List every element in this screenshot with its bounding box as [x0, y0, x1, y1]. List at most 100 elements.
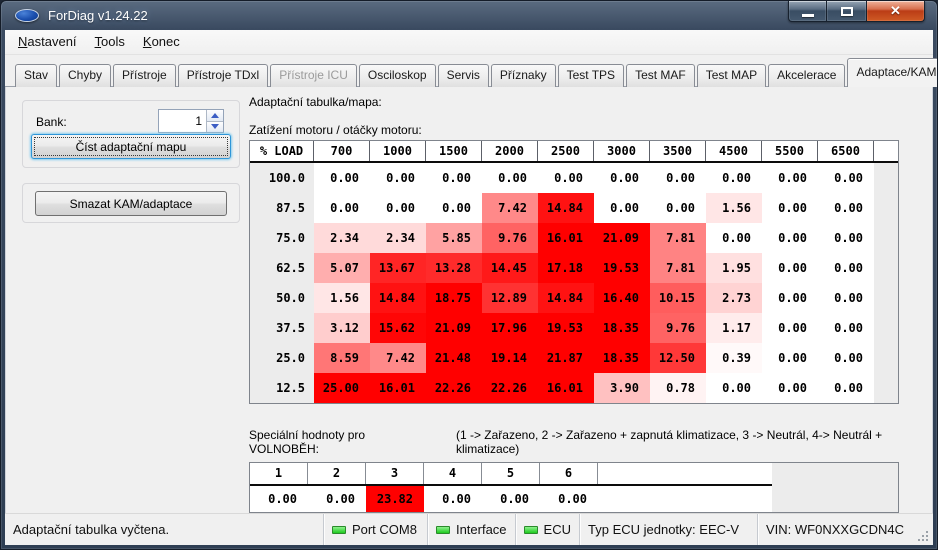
- map-cell: 9.76: [650, 313, 706, 343]
- map-cell: 5.85: [426, 223, 482, 253]
- map-row-filler: [874, 253, 898, 283]
- map-header-filler: [874, 141, 898, 161]
- bank-spinner[interactable]: [158, 109, 224, 133]
- map-cell: 21.48: [426, 343, 482, 373]
- tab-chyby[interactable]: Chyby: [59, 64, 111, 87]
- led-icon-green: [436, 526, 450, 534]
- tab-test-maf[interactable]: Test MAF: [626, 64, 695, 87]
- maximize-button[interactable]: [827, 1, 866, 22]
- map-cell: 0.00: [762, 313, 818, 343]
- idle-cell: 0.00: [424, 486, 482, 512]
- menu-item-tools[interactable]: Tools: [86, 31, 134, 52]
- map-cell: 7.42: [370, 343, 426, 373]
- idle-data-cells: 0.000.0023.820.000.000.00: [250, 486, 772, 512]
- tab-test-tps[interactable]: Test TPS: [558, 64, 624, 87]
- tab-servis[interactable]: Servis: [438, 64, 489, 87]
- map-cell: 13.28: [426, 253, 482, 283]
- tab-osciloskop[interactable]: Osciloskop: [359, 64, 436, 87]
- map-cell: 0.00: [818, 193, 874, 223]
- tab-pristroje-tdxl[interactable]: Přístroje TDxl: [178, 64, 268, 87]
- read-adaptation-map-button[interactable]: Číst adaptační mapu: [31, 134, 231, 159]
- clear-kam-button[interactable]: Smazat KAM/adaptace: [35, 191, 227, 216]
- map-cell: 5.07: [314, 253, 370, 283]
- status-indicator-interface: Interface: [427, 514, 515, 545]
- map-cell: 16.01: [538, 373, 594, 403]
- map-cell: 19.53: [538, 313, 594, 343]
- map-cell: 0.00: [706, 223, 762, 253]
- map-cell: 0.00: [818, 343, 874, 373]
- map-cell: 18.35: [594, 343, 650, 373]
- map-cell: 18.35: [594, 313, 650, 343]
- map-cell: 7.42: [482, 193, 538, 223]
- status-indicator-label: Interface: [456, 522, 507, 537]
- map-column-header: 3000: [594, 141, 650, 161]
- map-cell: 21.87: [538, 343, 594, 373]
- tab-stav[interactable]: Stav: [15, 64, 57, 87]
- map-cell: 22.26: [426, 373, 482, 403]
- map-cell: 2.73: [706, 283, 762, 313]
- close-button[interactable]: ✕: [866, 1, 925, 22]
- map-row-filler: [874, 283, 898, 313]
- tab-priznaky[interactable]: Příznaky: [491, 64, 556, 87]
- spin-up-button[interactable]: [207, 110, 223, 122]
- window-title: ForDiag v1.24.22: [48, 8, 148, 23]
- status-ecu-type: Typ ECU jednotky: EEC-V: [579, 514, 757, 545]
- map-row: 75.02.342.345.859.7616.0121.097.810.000.…: [250, 223, 898, 253]
- tab-akcelerace[interactable]: Akcelerace: [768, 64, 845, 87]
- menu-item-nastaveni[interactable]: Nastavení: [9, 31, 86, 52]
- map-row: 12.525.0016.0122.2622.2616.013.900.780.0…: [250, 373, 898, 403]
- map-cell: 0.78: [650, 373, 706, 403]
- map-cell: 16.01: [538, 223, 594, 253]
- bank-label: Bank:: [36, 115, 67, 129]
- idle-cell: 0.00: [540, 486, 598, 512]
- map-cell: 2.34: [370, 223, 426, 253]
- map-title: Adaptační tabulka/mapa:: [249, 95, 932, 109]
- tab-page-adaptace-kam: Bank: Číst adaptační mapu Smazat KAM/ada…: [5, 87, 933, 513]
- map-column-header: 2000: [482, 141, 538, 161]
- chevron-up-icon: [211, 113, 219, 118]
- tab-adaptace-kam[interactable]: Adaptace/KAM: [847, 58, 938, 87]
- tab-pristroje[interactable]: Přístroje: [113, 64, 176, 87]
- map-row-label: 25.0: [250, 343, 314, 373]
- map-cell: 0.00: [818, 253, 874, 283]
- map-cell: 10.15: [650, 283, 706, 313]
- resize-grip-dots: [918, 539, 920, 541]
- map-cell: 9.76: [482, 223, 538, 253]
- map-cell: 0.00: [650, 193, 706, 223]
- map-cell: 0.00: [818, 313, 874, 343]
- status-indicator-label: Port COM8: [352, 522, 417, 537]
- left-panel: Bank: Číst adaptační mapu Smazat KAM/ada…: [6, 87, 249, 513]
- idle-column-header: 1: [250, 463, 308, 484]
- map-cell: 21.09: [594, 223, 650, 253]
- idle-column-header: 3: [366, 463, 424, 484]
- app-window: ForDiag v1.24.22 ✕ NastaveníToolsKonec S…: [0, 0, 938, 550]
- resize-grip[interactable]: [916, 527, 930, 541]
- tab-test-map[interactable]: Test MAP: [697, 64, 766, 87]
- map-cell: 22.26: [482, 373, 538, 403]
- map-row: 100.00.000.000.000.000.000.000.000.000.0…: [250, 163, 898, 193]
- idle-values-table: 1234560.000.0023.820.000.000.00: [249, 462, 899, 513]
- idle-cell: 0.00: [308, 486, 366, 512]
- spin-down-button[interactable]: [207, 122, 223, 133]
- minimize-button[interactable]: [788, 1, 827, 22]
- map-row: 62.55.0713.6713.2814.4517.1819.537.811.9…: [250, 253, 898, 283]
- map-column-header: 3500: [650, 141, 706, 161]
- map-cell: 0.00: [762, 193, 818, 223]
- map-cell: 0.00: [594, 163, 650, 193]
- idle-column-header: 2: [308, 463, 366, 484]
- map-cell: 1.95: [706, 253, 762, 283]
- map-cell: 1.56: [706, 193, 762, 223]
- bank-input[interactable]: [159, 110, 206, 132]
- map-row-label: 37.5: [250, 313, 314, 343]
- map-cell: 0.00: [706, 163, 762, 193]
- map-cell: 7.81: [650, 253, 706, 283]
- client-area: NastaveníToolsKonec StavChybyPřístrojePř…: [5, 30, 933, 513]
- map-row-filler: [874, 313, 898, 343]
- menu-item-konec[interactable]: Konec: [134, 31, 189, 52]
- window-controls: ✕: [788, 1, 925, 22]
- idle-cell: 0.00: [482, 486, 540, 512]
- map-cell: 0.00: [762, 343, 818, 373]
- title-bar[interactable]: ForDiag v1.24.22 ✕: [5, 1, 933, 30]
- map-cell: 0.00: [818, 163, 874, 193]
- map-cell: 17.18: [538, 253, 594, 283]
